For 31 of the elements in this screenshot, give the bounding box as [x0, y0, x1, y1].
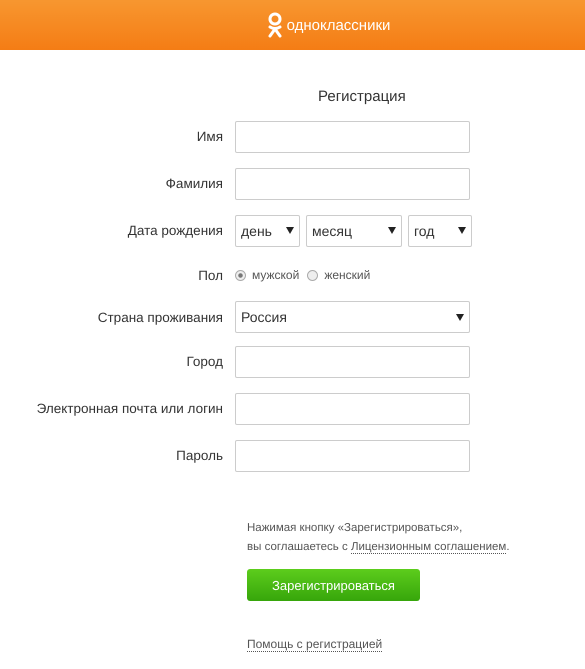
text-field[interactable]: [235, 168, 470, 200]
agreement-text: Нажимая кнопку «Зарегистрироваться», вы соглашаетесь с Лицензионным соглашением.: [247, 521, 511, 556]
caret-icon: [456, 314, 464, 320]
page-title: Регистрация: [318, 88, 407, 105]
dropdown[interactable]: день: [235, 214, 300, 246]
logo-icon: [266, 12, 283, 38]
caret-icon: [388, 227, 396, 234]
help-link[interactable]: Помощь с регистрацией: [247, 637, 382, 652]
field-label: Пароль: [175, 448, 224, 463]
dropdown[interactable]: месяц: [306, 214, 402, 246]
radio-icon[interactable]: [235, 270, 246, 280]
field-label: Город: [185, 354, 224, 369]
text-field[interactable]: [235, 346, 470, 378]
field-label: Пол: [197, 268, 224, 282]
field-label: Фамилия: [164, 176, 224, 191]
caret-icon: [286, 227, 294, 234]
field-label: Дата рождения: [126, 223, 224, 238]
text-field[interactable]: [235, 392, 470, 424]
dropdown[interactable]: год: [408, 214, 472, 246]
license-link[interactable]: Лицензионным соглашением: [350, 541, 506, 554]
field-label: Страна проживания: [96, 310, 224, 324]
dropdown[interactable]: Россия: [235, 301, 470, 333]
field-label: Имя: [196, 129, 224, 144]
caret-icon: [458, 227, 466, 234]
brand-name: одноклассники: [286, 16, 390, 34]
radio-option[interactable]: мужской: [235, 268, 300, 282]
field-label: Электронная почта или логин: [36, 401, 224, 416]
radio-icon[interactable]: [307, 270, 318, 280]
text-field[interactable]: [235, 440, 470, 472]
text-field[interactable]: [235, 120, 470, 152]
radio-option[interactable]: женский: [307, 268, 370, 282]
